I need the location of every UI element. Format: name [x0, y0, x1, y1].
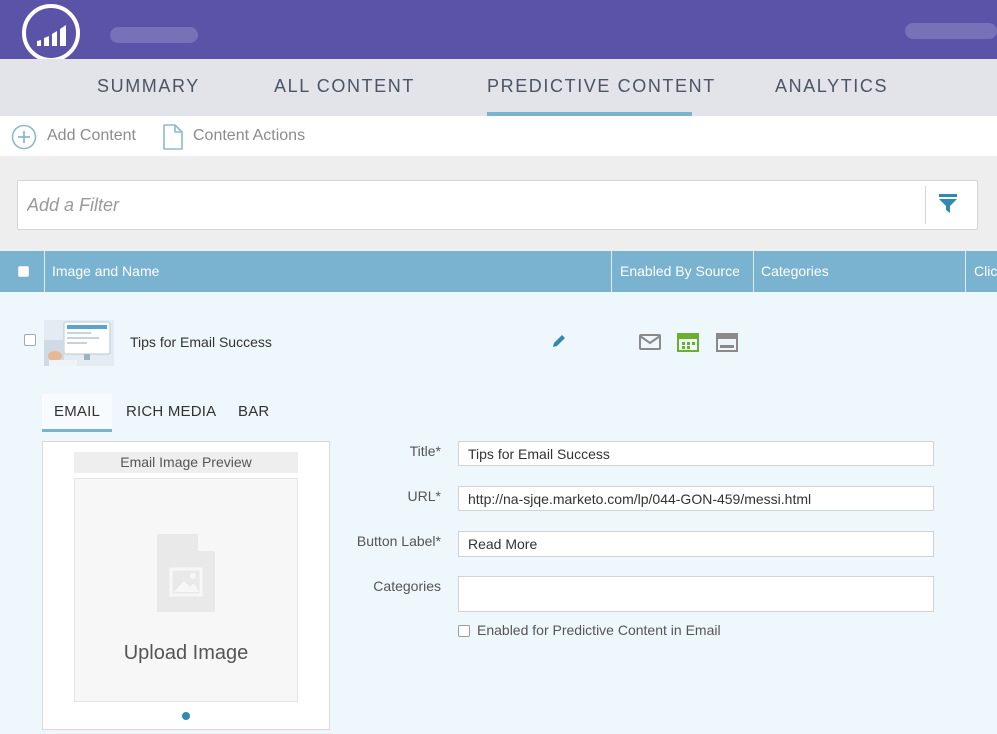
rich-media-icon: [677, 333, 699, 352]
tab-analytics[interactable]: ANALYTICS: [775, 76, 888, 97]
column-divider: [44, 251, 45, 292]
email-icon: [639, 334, 661, 350]
column-divider: [611, 251, 612, 292]
url-input[interactable]: [458, 486, 934, 511]
categories-label: Categories: [373, 578, 441, 594]
enabled-predictive-label[interactable]: Enabled for Predictive Content in Email: [477, 622, 721, 638]
content-actions-label: Content Actions: [193, 127, 306, 144]
column-header-enabled-by-source[interactable]: Enabled By Source: [620, 251, 740, 292]
carousel-dot[interactable]: [182, 712, 190, 720]
edit-pencil-icon[interactable]: [551, 333, 567, 349]
title-input[interactable]: [458, 441, 934, 466]
subtab-email[interactable]: EMAIL: [54, 403, 100, 420]
content-name[interactable]: Tips for Email Success: [130, 334, 272, 350]
tab-summary[interactable]: SUMMARY: [97, 76, 200, 97]
url-label: URL*: [407, 488, 441, 504]
image-file-icon: [156, 533, 216, 613]
upload-image-label[interactable]: Upload Image: [74, 642, 298, 665]
enabled-predictive-checkbox[interactable]: [458, 625, 470, 637]
column-header-categories[interactable]: Categories: [761, 251, 829, 292]
filter-divider: [925, 186, 926, 224]
content-thumbnail: [44, 320, 114, 366]
row-checkbox[interactable]: [24, 334, 36, 346]
bar-icon: [716, 333, 738, 352]
filter-input[interactable]: [18, 181, 918, 229]
filter-funnel-icon[interactable]: [938, 193, 958, 215]
workspace-name-redacted: [110, 27, 198, 43]
active-tab-indicator: [487, 112, 692, 116]
column-header-clicks[interactable]: Clic: [974, 251, 997, 292]
user-name-redacted: [905, 23, 997, 39]
column-divider: [965, 251, 966, 292]
column-header-image-and-name[interactable]: Image and Name: [52, 251, 159, 292]
tab-predictive-content[interactable]: PREDICTIVE CONTENT: [487, 76, 716, 97]
button-label-input[interactable]: [458, 531, 934, 557]
logo-bars-icon: [37, 25, 66, 46]
categories-input[interactable]: [458, 576, 934, 612]
subtab-active-indicator: [42, 429, 112, 432]
column-divider: [753, 251, 754, 292]
document-icon: [163, 124, 183, 150]
button-label-label: Button Label*: [356, 533, 441, 549]
subtab-bar[interactable]: BAR: [238, 403, 269, 420]
title-label: Title*: [409, 443, 441, 459]
marketo-logo[interactable]: [22, 4, 80, 62]
select-all-checkbox[interactable]: [18, 266, 29, 277]
subtab-rich-media[interactable]: RICH MEDIA: [126, 403, 216, 420]
add-content-label: Add Content: [47, 127, 136, 144]
plus-circle-icon: [11, 124, 37, 150]
tab-all-content[interactable]: ALL CONTENT: [274, 76, 415, 97]
preview-title: Email Image Preview: [74, 452, 298, 473]
